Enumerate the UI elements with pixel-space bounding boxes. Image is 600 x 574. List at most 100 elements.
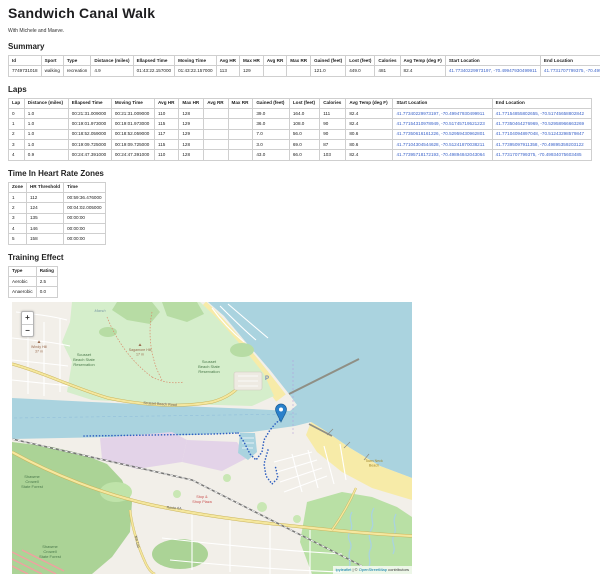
table-cell — [228, 150, 253, 160]
table-cell: 135 — [26, 213, 63, 223]
column-header: Max HR — [239, 56, 263, 66]
table-row: 11.000:19:01.97300000:19:01.973000115129… — [9, 119, 592, 129]
ipyleaflet-link[interactable]: ipyleaflet — [336, 567, 352, 572]
table-cell: 00:21:31.009000 — [68, 108, 111, 118]
hr-zones-table: ZoneHR ThresholdTime111200:59:36.4760002… — [8, 182, 106, 245]
table-cell: 00:18:52.059000 — [111, 129, 154, 139]
header-row: LapDistance (miles)Ellapsed TimeMoving T… — [9, 98, 592, 108]
table-cell: 0.0 — [36, 287, 57, 297]
table-row: Aerobic2.5 — [9, 276, 58, 286]
location-link[interactable]: 41.77350464276969, -70.52958966663269 — [496, 121, 584, 126]
table-cell: 0 — [9, 108, 25, 118]
table-cell: 82.4 — [400, 66, 445, 76]
table-cell: 00:19:01.973000 — [68, 119, 111, 129]
table-cell: 115 — [155, 119, 179, 129]
table-cell: 80.6 — [346, 129, 393, 139]
zoom-in-button[interactable]: + — [22, 312, 33, 324]
location-link[interactable]: 41.77340229973197, -70.49947930499911 — [396, 111, 484, 116]
svg-text:Shop Plaza: Shop Plaza — [192, 499, 212, 503]
table-cell — [204, 119, 228, 129]
column-header: End Location — [492, 98, 591, 108]
column-header: Max HR — [179, 98, 204, 108]
table-cell: 103 — [320, 150, 346, 160]
table-cell: 41.77395718172193, -70.49894842043064 — [393, 150, 492, 160]
table-cell: 56.0 — [289, 129, 319, 139]
column-header: Gained (feet) — [311, 56, 346, 66]
table-row: 7749731018walkingrecreation4.901:43:22.1… — [9, 66, 600, 76]
table-cell: 00:59:36.476000 — [64, 192, 106, 202]
column-header: Start Location — [445, 56, 540, 66]
table-cell: 1.0 — [24, 129, 68, 139]
table-cell: 66.0 — [289, 150, 319, 160]
column-header: Calories — [320, 98, 346, 108]
table-cell — [228, 139, 253, 149]
column-header: Gained (feet) — [253, 98, 289, 108]
table-cell: 41.77350616161226, -70.52959430962801 — [393, 129, 492, 139]
column-header: Calories — [375, 56, 400, 66]
table-cell — [263, 66, 286, 76]
table-row: 40.900:24:47.39100000:24:47.391000110128… — [9, 150, 592, 160]
table-cell: 82.4 — [346, 150, 393, 160]
location-link[interactable]: 41.7731707799375, -70.49934075603485 — [496, 152, 582, 157]
table-cell: 128 — [179, 139, 204, 149]
table-cell: 39.0 — [253, 108, 289, 118]
table-cell: 69.0 — [289, 139, 319, 149]
table-cell: 00:19:09.725000 — [68, 139, 111, 149]
location-link[interactable]: 41.7731707799375, -70.49934075603485 — [544, 68, 600, 73]
column-header: Distance (miles) — [24, 98, 68, 108]
table-cell: 43.0 — [253, 150, 289, 160]
column-header: Rating — [36, 266, 57, 276]
column-header: Avg RR — [263, 56, 286, 66]
map-attribution: ipyleaflet | © OpenStreetMap contributor… — [333, 566, 412, 574]
table-cell: 00:21:31.009000 — [111, 108, 154, 118]
table-cell: 164.0 — [289, 108, 319, 118]
table-cell: 7749731018 — [9, 66, 42, 76]
location-link[interactable]: 41.77395097911358, -70.49895359203122 — [496, 142, 584, 147]
table-row: 515800:00:00 — [9, 234, 106, 244]
label-marsh: Marsh — [94, 308, 106, 313]
column-header: Time — [64, 182, 106, 192]
table-cell: Anaerobic — [9, 287, 37, 297]
table-cell: 00:00:00 — [64, 213, 106, 223]
location-link[interactable]: 41.77350616161226, -70.52959430962801 — [396, 131, 484, 136]
column-header: Zone — [9, 182, 27, 192]
svg-text:Windy Hill: Windy Hill — [31, 345, 47, 349]
location-link[interactable]: 41.77104094897048, -70.51243298579847 — [496, 131, 584, 136]
location-link[interactable]: 41.77154855802655, -70.51745658802842 — [496, 111, 584, 116]
svg-text:37 m: 37 m — [35, 349, 43, 353]
header-row: ZoneHR ThresholdTime — [9, 182, 106, 192]
column-header: Type — [63, 56, 90, 66]
table-row: Anaerobic0.0 — [9, 287, 58, 297]
attribution-contributors: contributors — [387, 567, 409, 572]
table-cell: 2 — [9, 129, 25, 139]
table-cell: 41.77350464276969, -70.52958966663269 — [492, 119, 591, 129]
table-cell: Aerobic — [9, 276, 37, 286]
openstreetmap-link[interactable]: OpenStreetMap — [359, 567, 387, 572]
svg-text:State Forest: State Forest — [39, 554, 62, 559]
table-row: 01.000:21:31.00900000:21:31.009000110128… — [9, 108, 592, 118]
table-cell: 41.77154310978949, -70.51745719521223 — [393, 119, 492, 129]
svg-text:Stop &: Stop & — [196, 495, 208, 499]
zoom-out-button[interactable]: − — [22, 324, 33, 336]
location-link[interactable]: 41.77154310978949, -70.51745719521223 — [396, 121, 484, 126]
table-cell: 0.9 — [24, 150, 68, 160]
table-cell: 00:19:09.725000 — [111, 139, 154, 149]
table-cell: 5 — [9, 234, 27, 244]
table-cell: 121.0 — [311, 66, 346, 76]
table-cell: 90 — [320, 129, 346, 139]
table-cell: 128 — [179, 150, 204, 160]
table-cell: 00:19:01.973000 — [111, 119, 154, 129]
table-cell: 2.5 — [36, 276, 57, 286]
location-link[interactable]: 41.77340229973197, -70.49947930499911 — [449, 68, 537, 73]
table-cell: 01:43:22.157000 — [133, 66, 175, 76]
location-link[interactable]: 41.77104304544628, -70.51241870038211 — [396, 142, 484, 147]
table-cell: 41.77340229973197, -70.49947930499911 — [445, 66, 540, 76]
table-cell: 41.7731707799375, -70.49934075603485 — [540, 66, 600, 76]
table-cell: 129 — [179, 119, 204, 129]
table-cell: 2 — [9, 203, 27, 213]
table-cell: 129 — [179, 129, 204, 139]
table-cell: 4.9 — [91, 66, 133, 76]
location-link[interactable]: 41.77395718172193, -70.49894842043064 — [396, 152, 484, 157]
svg-text:17 m: 17 m — [136, 352, 144, 356]
summary-heading: Summary — [8, 42, 592, 51]
